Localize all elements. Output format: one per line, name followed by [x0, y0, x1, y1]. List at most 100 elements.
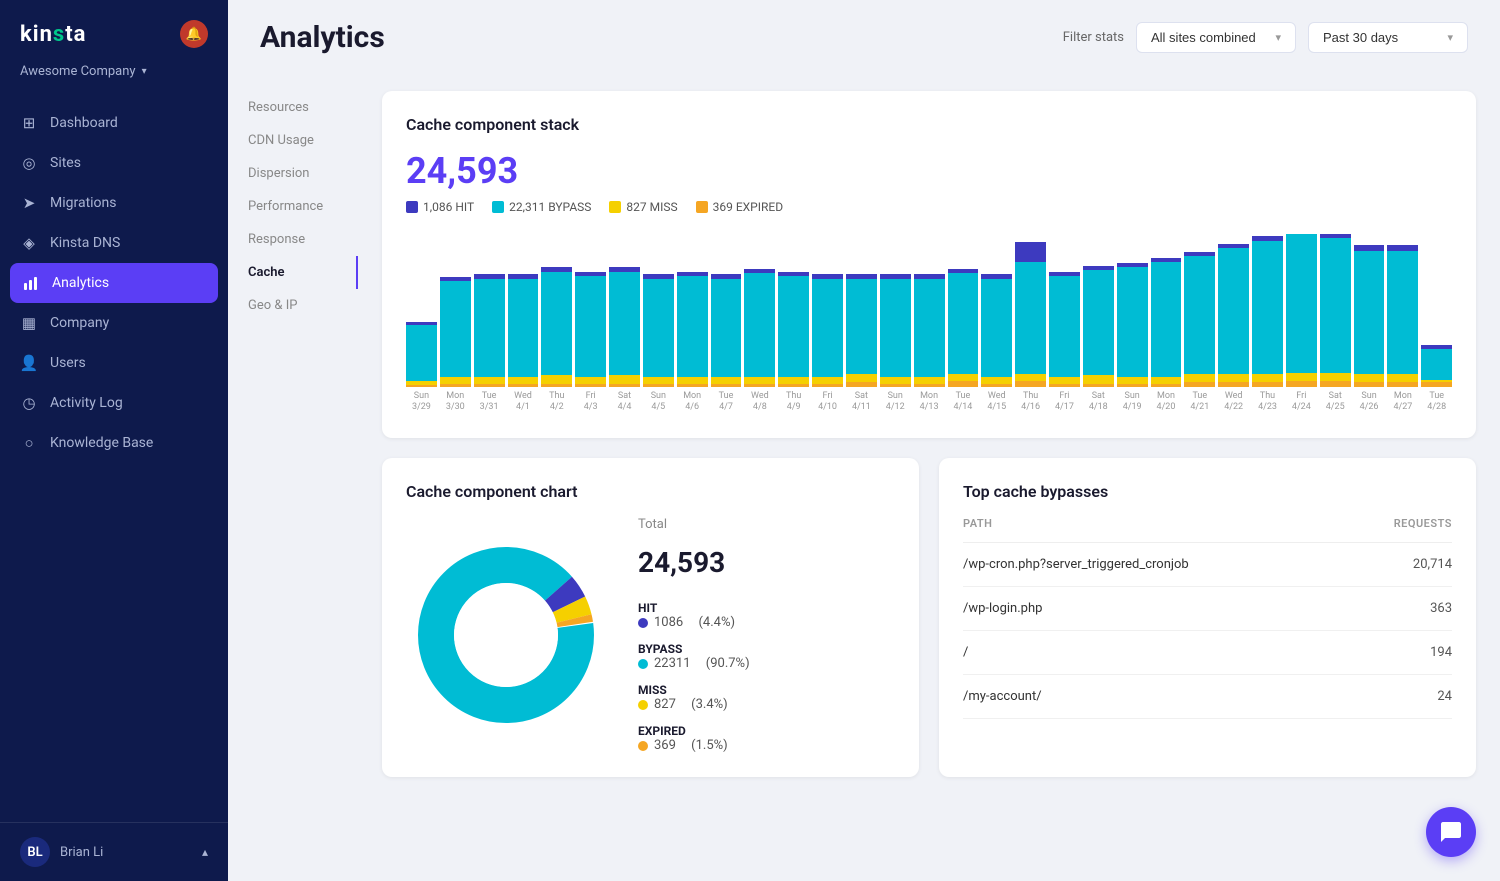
bypass-dot	[638, 659, 648, 669]
subnav-dispersion[interactable]: Dispersion	[228, 157, 358, 190]
expired-color	[696, 201, 708, 213]
bar-label: Wed 4/15	[987, 391, 1006, 414]
subnav-resources[interactable]: Resources	[228, 91, 358, 124]
page-header: Analytics Filter stats All sites combine…	[228, 0, 1500, 71]
bar-column: Sun 4/26	[1354, 234, 1385, 414]
user-profile[interactable]: BL Brian Li ▴	[0, 822, 228, 881]
company-icon: ▦	[20, 314, 38, 332]
hit-num: 1086	[654, 615, 683, 630]
bypass-segment	[508, 279, 539, 377]
total-value: 24,593	[638, 546, 750, 579]
main-content: Analytics Filter stats All sites combine…	[228, 0, 1500, 881]
sidebar-item-company[interactable]: ▦ Company	[0, 303, 228, 343]
bar-column: Thu 4/16	[1015, 234, 1046, 414]
bypass-segment	[1354, 251, 1385, 375]
path-col-header: PATH	[963, 517, 1352, 543]
sidebar-item-sites[interactable]: ◎ Sites	[0, 143, 228, 183]
miss-segment	[1387, 374, 1418, 382]
miss-segment	[812, 377, 843, 384]
dns-icon: ◈	[20, 234, 38, 252]
bypass-segment	[1387, 251, 1418, 375]
notification-bell-icon[interactable]: 🔔	[180, 20, 208, 48]
sidebar-item-kinsta-dns[interactable]: ◈ Kinsta DNS	[0, 223, 228, 263]
sidebar-item-analytics[interactable]: Analytics	[10, 263, 218, 303]
company-selector[interactable]: Awesome Company ▾	[0, 58, 228, 95]
donut-chart	[406, 535, 606, 735]
subnav-cache[interactable]: Cache	[228, 256, 358, 289]
bar-column: Mon 4/13	[914, 234, 945, 414]
cache-stack-total: 24,593	[406, 150, 1452, 192]
bar-chart: Sun 3/29Mon 3/30Tue 3/31Wed 4/1Thu 4/2Fr…	[406, 234, 1452, 414]
bar-label: Fri 4/17	[1055, 391, 1074, 414]
sidebar-item-label: Knowledge Base	[50, 435, 153, 451]
bar-label: Tue 4/14	[953, 391, 972, 414]
bypass-segment	[778, 276, 809, 377]
bypass-segment	[1421, 349, 1452, 380]
bar-label: Wed 4/22	[1224, 391, 1243, 414]
sidebar-item-label: Users	[50, 355, 86, 371]
legend-item-bypass: BYPASS 22311 (90.7%)	[638, 642, 750, 671]
sidebar-item-users[interactable]: 👤 Users	[0, 343, 228, 383]
filter-stats-label: Filter stats	[1063, 30, 1124, 45]
miss-segment	[1015, 374, 1046, 381]
requests-cell: 20,714	[1352, 543, 1452, 587]
bypass-segment	[541, 272, 572, 376]
cache-stack-card: Cache component stack 24,593 1,086 HIT 2…	[382, 91, 1476, 438]
subnav-response[interactable]: Response	[228, 223, 358, 256]
bar-label: Tue 4/28	[1427, 391, 1446, 414]
header-controls: Filter stats All sites combined ▾ Past 3…	[1063, 22, 1468, 53]
subnav-geo-ip[interactable]: Geo & IP	[228, 289, 358, 322]
bar-label: Sun 4/12	[886, 391, 905, 414]
bypass-segment	[1151, 262, 1182, 377]
bar-column: Mon 3/30	[440, 234, 471, 414]
bypass-segment	[474, 279, 505, 377]
sites-filter-dropdown[interactable]: All sites combined ▾	[1136, 22, 1296, 53]
legend-expired: 369 EXPIRED	[696, 200, 783, 214]
bar-column: Fri 4/3	[575, 234, 606, 414]
dashboard-icon: ⊞	[20, 114, 38, 132]
expired-segment	[1387, 382, 1418, 386]
bar-column: Tue 4/14	[948, 234, 979, 414]
sidebar-item-label: Sites	[50, 155, 81, 171]
miss-segment	[1354, 374, 1385, 382]
bypass-segment	[1049, 276, 1080, 377]
expired-segment	[914, 384, 945, 387]
bypass-segment	[812, 279, 843, 377]
legend-bypass: 22,311 BYPASS	[492, 200, 591, 214]
subnav-cdn-usage[interactable]: CDN Usage	[228, 124, 358, 157]
expired-segment	[1015, 381, 1046, 387]
bar-column: Tue 4/7	[711, 234, 742, 414]
legend-item-miss: MISS 827 (3.4%)	[638, 683, 750, 712]
sites-icon: ◎	[20, 154, 38, 172]
top-bypasses-card: Top cache bypasses PATH REQUESTS /wp-cro…	[939, 458, 1476, 777]
bar-column: Sun 4/5	[643, 234, 674, 414]
expired-segment	[1218, 382, 1249, 386]
expired-segment	[1049, 384, 1080, 387]
requests-col-header: REQUESTS	[1352, 517, 1452, 543]
total-label: Total	[638, 517, 750, 532]
date-filter-dropdown[interactable]: Past 30 days ▾	[1308, 22, 1468, 53]
chat-button[interactable]	[1426, 807, 1476, 857]
bar-column: Wed 4/1	[508, 234, 539, 414]
nav-menu: ⊞ Dashboard ◎ Sites ➤ Migrations ◈ Kinst…	[0, 95, 228, 822]
sidebar-item-migrations[interactable]: ➤ Migrations	[0, 183, 228, 223]
table-row: /wp-login.php363	[963, 587, 1452, 631]
chevron-down-icon: ▾	[1447, 31, 1453, 44]
expired-label: EXPIRED	[638, 724, 750, 738]
knowledge-base-icon: ○	[20, 434, 38, 452]
bar-column: Wed 4/22	[1218, 234, 1249, 414]
sidebar-item-dashboard[interactable]: ⊞ Dashboard	[0, 103, 228, 143]
bar-column: Fri 4/10	[812, 234, 843, 414]
bypass-segment	[948, 273, 979, 374]
bar-label: Thu 4/9	[786, 391, 801, 414]
bar-column: Mon 4/6	[677, 234, 708, 414]
bar-label: Sat 4/11	[852, 391, 871, 414]
bar-label: Tue 4/21	[1190, 391, 1209, 414]
subnav-performance[interactable]: Performance	[228, 190, 358, 223]
miss-segment	[1184, 374, 1215, 382]
sidebar-item-activity-log[interactable]: ◷ Activity Log	[0, 383, 228, 423]
sidebar-item-knowledge-base[interactable]: ○ Knowledge Base	[0, 423, 228, 463]
bar-label: Fri 4/24	[1292, 391, 1311, 414]
expired-segment	[1252, 382, 1283, 386]
expired-segment	[778, 384, 809, 387]
